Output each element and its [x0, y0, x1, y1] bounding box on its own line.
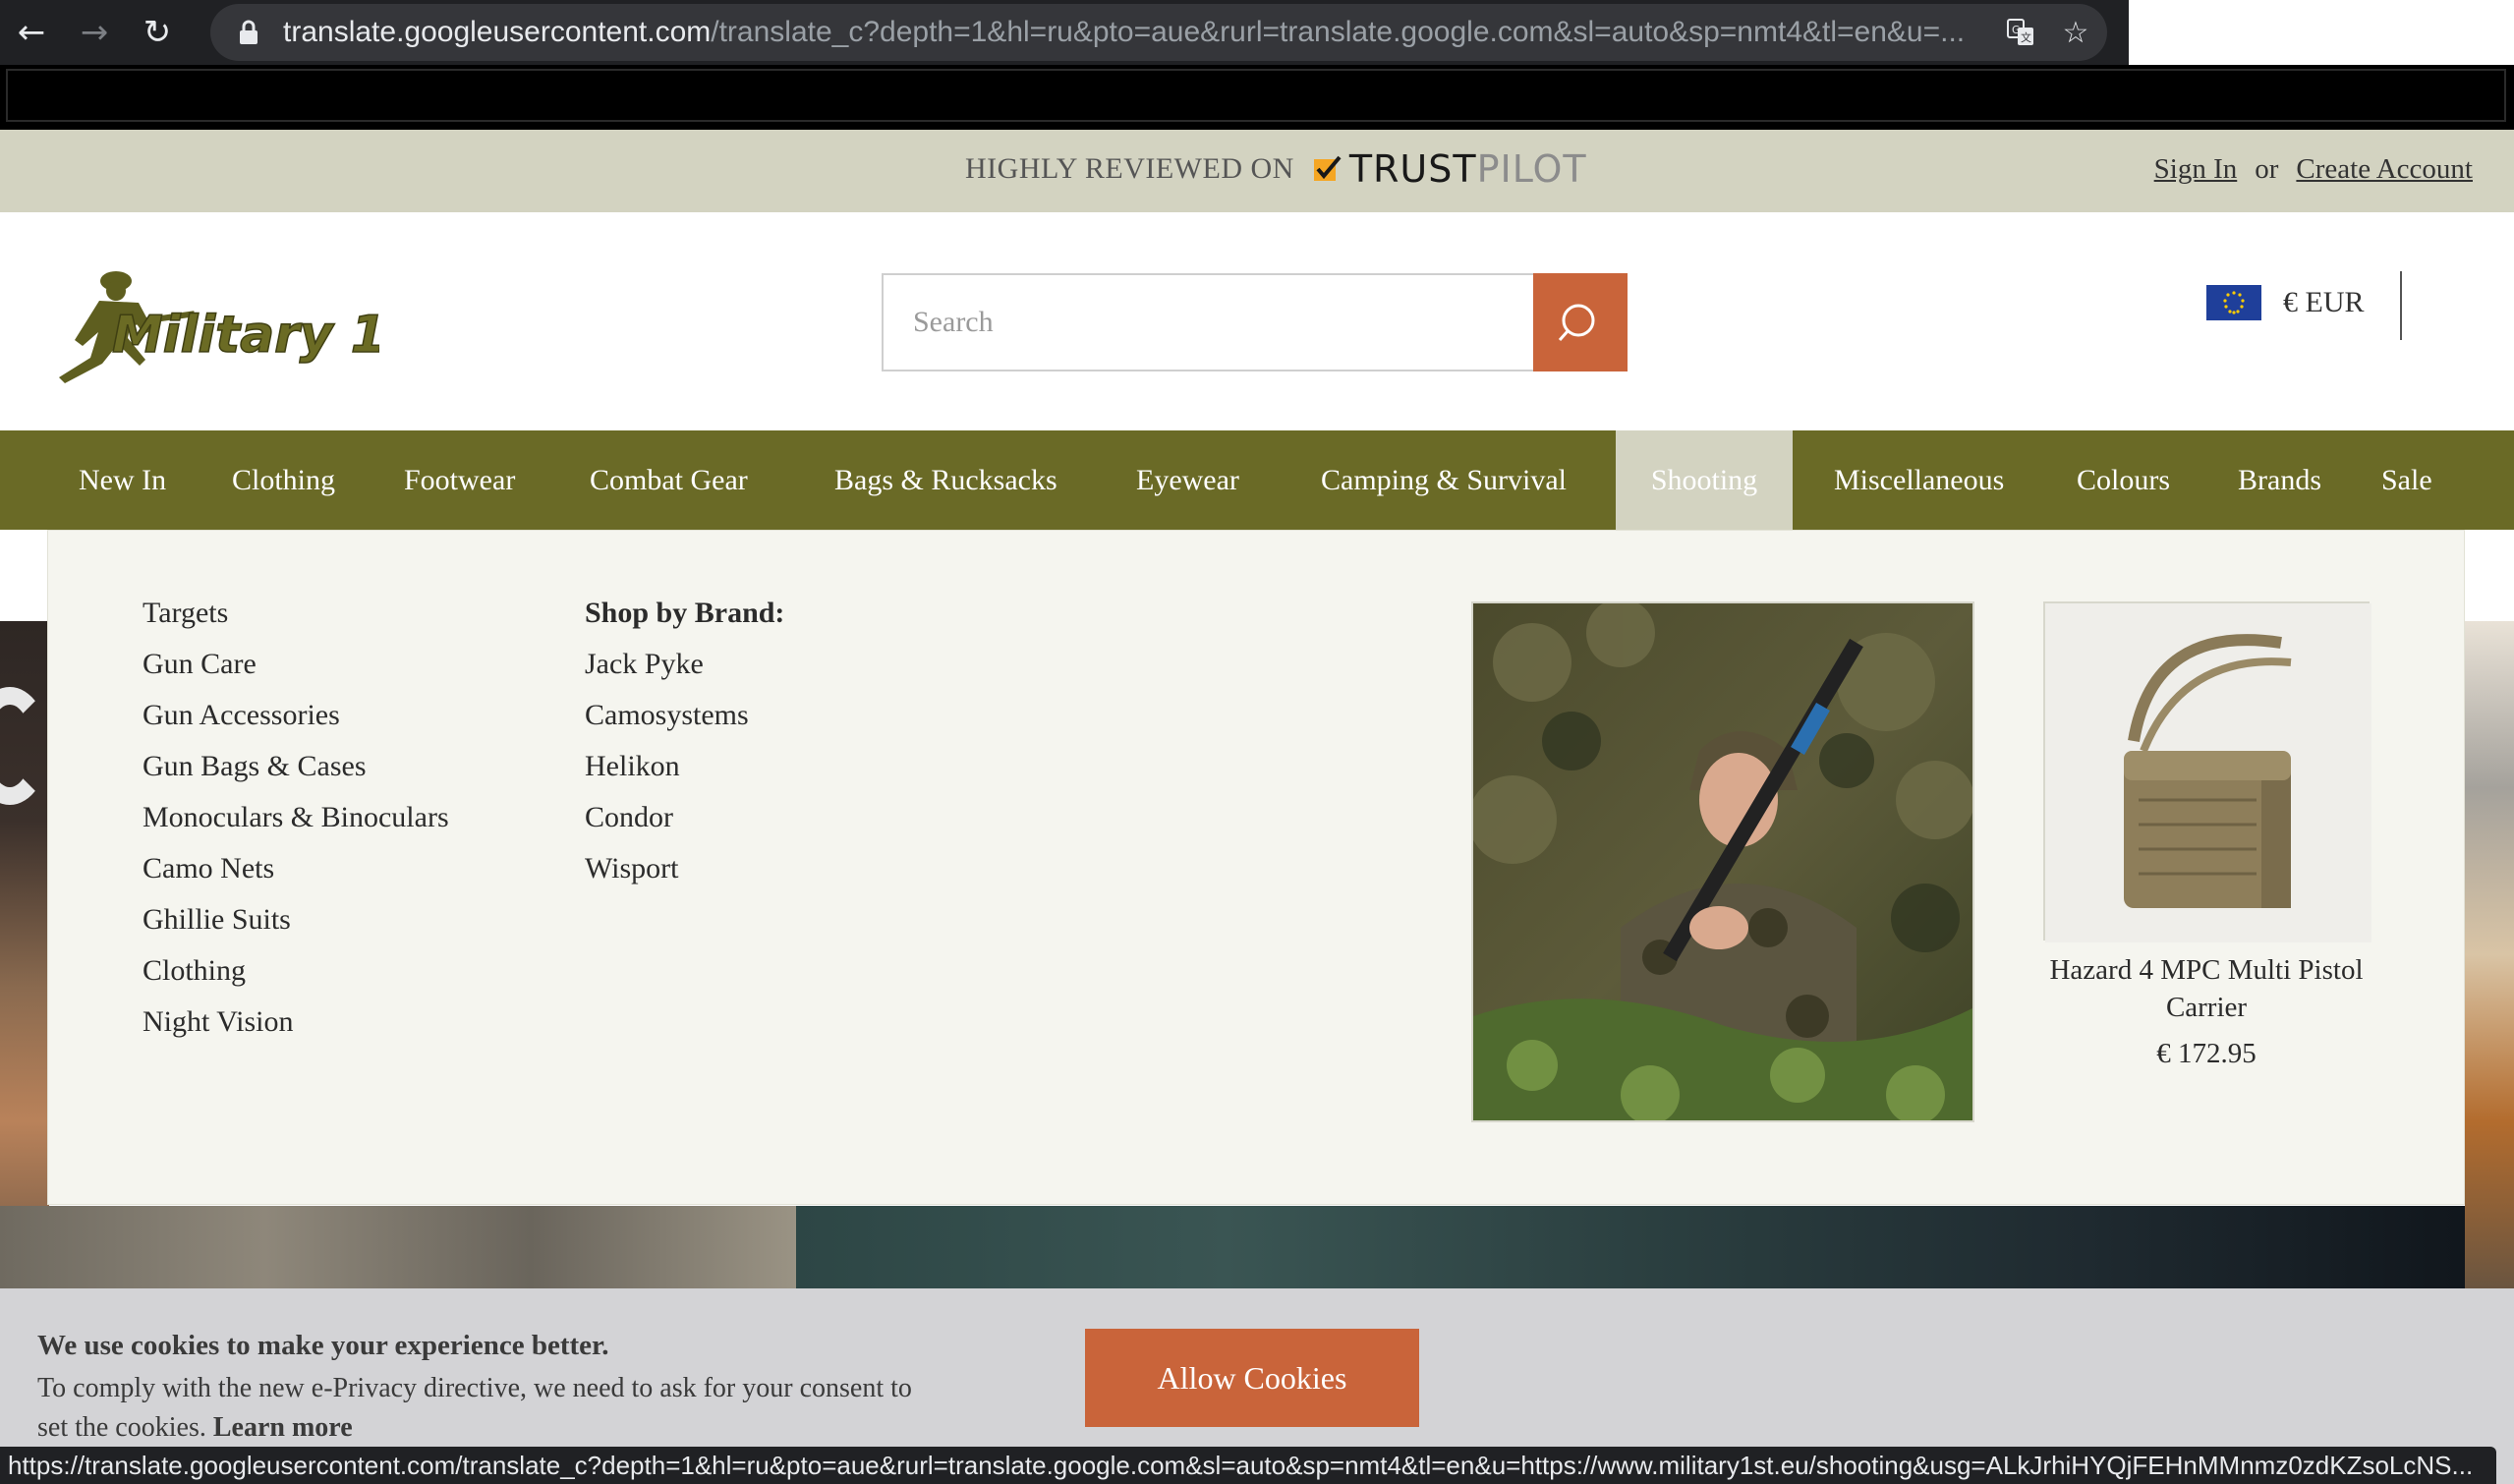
- search-icon: [1558, 304, 1595, 341]
- trustpilot-badge[interactable]: HIGHLY REVIEWED ON TRUSTPILOT: [965, 147, 1587, 191]
- forward-icon[interactable]: →: [63, 0, 126, 65]
- nav-brands[interactable]: Brands: [2238, 430, 2321, 530]
- nav-clothing[interactable]: Clothing: [232, 430, 335, 530]
- hero-image-bottom-left: [0, 1206, 796, 1288]
- currency-selector[interactable]: € EUR: [2206, 285, 2365, 320]
- reload-icon[interactable]: ↻: [126, 0, 189, 65]
- product-image-hazard4[interactable]: [2043, 601, 2371, 942]
- allow-cookies-button[interactable]: Allow Cookies: [1085, 1329, 1419, 1427]
- header-divider: [2400, 271, 2402, 340]
- menu-link-clothing[interactable]: Clothing: [143, 951, 449, 1002]
- trustpilot-logo: TRUSTPILOT: [1348, 147, 1587, 191]
- hero-image-bottom: [796, 1206, 2514, 1288]
- nav-camping-survival[interactable]: Camping & Survival: [1321, 430, 1567, 530]
- menu-link-targets[interactable]: Targets: [143, 594, 449, 645]
- product-price: € 172.95: [2156, 1038, 2257, 1069]
- menu-link-night-vision[interactable]: Night Vision: [143, 1002, 449, 1054]
- menu-link-camo-nets[interactable]: Camo Nets: [143, 849, 449, 900]
- browser-status-bar: https://translate.googleusercontent.com/…: [0, 1447, 2496, 1484]
- bookmark-star-icon[interactable]: ☆: [2048, 5, 2103, 60]
- menu-link-ghillie-suits[interactable]: Ghillie Suits: [143, 900, 449, 951]
- translate-icon[interactable]: G文: [1993, 5, 2048, 60]
- learn-more-link[interactable]: Learn more: [213, 1412, 353, 1443]
- nav-footwear[interactable]: Footwear: [404, 430, 515, 530]
- url-text[interactable]: translate.googleusercontent.com/translat…: [283, 16, 1993, 49]
- menu-link-gun-care[interactable]: Gun Care: [143, 645, 449, 696]
- menu-link-gun-accessories[interactable]: Gun Accessories: [143, 696, 449, 747]
- site-logo[interactable]: Military 1st: [45, 261, 444, 391]
- shop-by-brand-heading: Shop by Brand:: [585, 597, 785, 629]
- search-button[interactable]: [1533, 273, 1628, 371]
- hero-image-right: [2465, 621, 2514, 1288]
- announcement-bar: HIGHLY REVIEWED ON TRUSTPILOT Sign In or C…: [0, 130, 2514, 212]
- currency-label: € EUR: [2283, 286, 2365, 318]
- menu-link-camosystems[interactable]: Camosystems: [585, 696, 784, 747]
- highly-reviewed-text: HIGHLY REVIEWED ON: [965, 152, 1294, 185]
- search-input[interactable]: [884, 275, 1535, 370]
- nav-miscellaneous[interactable]: Miscellaneous: [1834, 430, 2004, 530]
- menu-link-gun-bags-cases[interactable]: Gun Bags & Cases: [143, 747, 449, 798]
- nav-eyewear[interactable]: Eyewear: [1136, 430, 1239, 530]
- product-name[interactable]: Hazard 4 MPC Multi Pistol Carrier: [2043, 951, 2370, 1026]
- eu-flag-icon: [2206, 285, 2261, 320]
- page-top-strip-inner: [6, 69, 2506, 122]
- account-links: Sign In or Create Account: [2154, 153, 2473, 186]
- nav-new-in[interactable]: New In: [79, 430, 166, 530]
- back-icon[interactable]: ←: [0, 0, 63, 65]
- nav-combat-gear[interactable]: Combat Gear: [590, 430, 748, 530]
- brand-list: Shop by Brand: Jack Pyke Camosystems Hel…: [585, 594, 784, 900]
- address-bar[interactable]: translate.googleusercontent.com/translat…: [210, 4, 2107, 61]
- browser-toolbar: ← → ↻ translate.googleusercontent.com/tr…: [0, 0, 2129, 65]
- nav-bags-rucksacks[interactable]: Bags & Rucksacks: [834, 430, 1057, 530]
- or-text: or: [2255, 153, 2279, 185]
- featured-shooting-image[interactable]: [1471, 601, 1974, 1122]
- menu-link-monoculars-binoculars[interactable]: Monoculars & Binoculars: [143, 798, 449, 849]
- cookie-title: We use cookies to make your experience b…: [37, 1330, 609, 1361]
- main-navigation: New In Clothing Footwear Combat Gear Bag…: [0, 430, 2514, 530]
- cookie-message: To comply with the new e-Privacy directi…: [37, 1373, 912, 1443]
- create-account-link[interactable]: Create Account: [2296, 153, 2473, 185]
- logo-wordmark: Military 1st: [112, 306, 379, 365]
- menu-link-jack-pyke[interactable]: Jack Pyke: [585, 645, 784, 696]
- menu-link-wisport[interactable]: Wisport: [585, 849, 784, 900]
- site-header: Military 1st € EUR: [0, 212, 2514, 430]
- shooting-mega-menu: Targets Gun Care Gun Accessories Gun Bag…: [47, 530, 2465, 1205]
- trustpilot-check-icon: [1313, 155, 1342, 181]
- nav-shooting[interactable]: Shooting: [1616, 430, 1793, 530]
- nav-sale[interactable]: Sale: [2381, 430, 2432, 530]
- sign-in-link[interactable]: Sign In: [2154, 153, 2238, 185]
- lock-icon[interactable]: [234, 18, 263, 47]
- svg-text:文: 文: [2021, 30, 2031, 44]
- category-list: Targets Gun Care Gun Accessories Gun Bag…: [143, 594, 449, 1054]
- search-field[interactable]: [882, 273, 1535, 371]
- svg-text:G: G: [2012, 24, 2021, 36]
- menu-link-helikon[interactable]: Helikon: [585, 747, 784, 798]
- menu-link-condor[interactable]: Condor: [585, 798, 784, 849]
- nav-colours[interactable]: Colours: [2077, 430, 2170, 530]
